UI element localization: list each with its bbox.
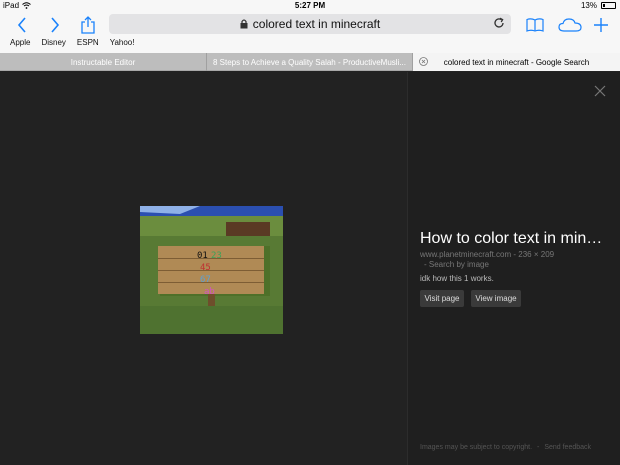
result-title[interactable]: How to color text in min… xyxy=(420,230,602,248)
close-icon xyxy=(594,85,606,97)
svg-text:23: 23 xyxy=(211,251,222,261)
visit-page-button[interactable]: Visit page xyxy=(420,290,464,307)
svg-text:ab: ab xyxy=(204,287,215,297)
status-right: 13% xyxy=(581,1,616,10)
lock-icon xyxy=(240,19,248,29)
reload-icon[interactable] xyxy=(493,17,505,29)
plus-icon xyxy=(594,18,608,32)
url-text: colored text in minecraft xyxy=(252,17,381,31)
tab-label: colored text in minecraft - Google Searc… xyxy=(443,57,590,67)
tab-productive-muslim[interactable]: 8 Steps to Achieve a Quality Salah - Pro… xyxy=(207,53,413,71)
bookmark-apple[interactable]: Apple xyxy=(10,38,30,47)
image-viewer: 01 23 45 67 ab How to color text in min…… xyxy=(0,72,620,465)
result-details-panel: How to color text in min… www.planetmine… xyxy=(407,72,620,465)
bookmarks-button[interactable] xyxy=(523,14,547,36)
tab-label: 8 Steps to Achieve a Quality Salah - Pro… xyxy=(213,57,406,67)
minecraft-sign-image: 01 23 45 67 ab xyxy=(140,206,283,334)
forward-button[interactable] xyxy=(43,14,67,36)
copyright-notice: Images may be subject to copyright. xyxy=(420,444,533,451)
footer-separator: - xyxy=(537,444,540,451)
bookmark-espn[interactable]: ESPN xyxy=(77,38,99,47)
search-by-image-line: - Search by image xyxy=(424,260,489,269)
svg-text:67: 67 xyxy=(200,275,211,285)
tab-close-button[interactable] xyxy=(419,57,428,68)
close-viewer-button[interactable] xyxy=(594,84,606,102)
chevron-left-icon xyxy=(17,17,26,33)
share-button[interactable] xyxy=(76,14,100,36)
status-time: 5:27 PM xyxy=(294,1,326,10)
address-bar[interactable]: colored text in minecraft xyxy=(109,14,511,34)
close-circle-icon xyxy=(419,57,428,66)
result-image[interactable]: 01 23 45 67 ab xyxy=(140,206,283,334)
icloud-tabs-button[interactable] xyxy=(556,14,584,36)
cloud-icon xyxy=(558,18,582,32)
svg-text:01: 01 xyxy=(197,251,208,261)
viewer-footer: Images may be subject to copyright. - Se… xyxy=(420,444,591,451)
bookmark-yahoo[interactable]: Yahoo! xyxy=(110,38,135,47)
new-tab-button[interactable] xyxy=(589,14,613,36)
bookmarks-bar: Apple Disney ESPN Yahoo! xyxy=(10,38,134,47)
battery-icon xyxy=(601,2,616,9)
tab-bar: Instructable Editor 8 Steps to Achieve a… xyxy=(0,53,620,71)
search-by-image-link[interactable]: Search by image xyxy=(429,260,489,269)
browser-toolbar: colored text in minecraft Apple Disney E… xyxy=(0,12,620,53)
result-description: idk how this 1 works. xyxy=(420,274,494,283)
tab-instructable-editor[interactable]: Instructable Editor xyxy=(0,53,207,71)
status-bar: iPad 5:27 PM 13% xyxy=(0,0,620,12)
tab-label: Instructable Editor xyxy=(70,57,136,67)
svg-text:45: 45 xyxy=(200,263,211,273)
view-image-button[interactable]: View image xyxy=(471,290,521,307)
chevron-right-icon xyxy=(51,17,60,33)
tab-google-search[interactable]: colored text in minecraft - Google Searc… xyxy=(413,53,620,71)
result-source[interactable]: www.planetminecraft.com xyxy=(420,250,511,259)
result-dimensions: 236 × 209 xyxy=(518,250,555,259)
send-feedback-link[interactable]: Send feedback xyxy=(544,444,591,451)
back-button[interactable] xyxy=(10,14,34,36)
result-source-line: www.planetminecraft.com - 236 × 209 xyxy=(420,250,554,259)
battery-percent: 13% xyxy=(580,1,597,10)
bookmark-disney[interactable]: Disney xyxy=(41,38,65,47)
book-icon xyxy=(526,18,544,32)
share-icon xyxy=(81,16,95,34)
